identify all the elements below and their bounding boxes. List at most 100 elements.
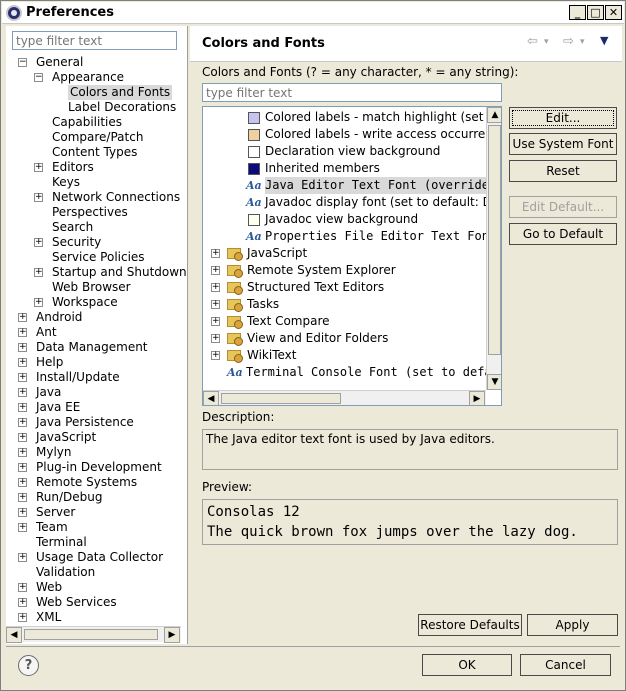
scroll-up-icon[interactable]: ▲ xyxy=(487,107,501,123)
tree-item[interactable]: Validation xyxy=(6,565,188,580)
expand-icon[interactable]: + xyxy=(34,298,43,307)
color-font-item[interactable]: + View and Editor Folders xyxy=(203,330,486,347)
reset-button[interactable]: Reset xyxy=(509,160,617,182)
back-arrow-icon[interactable]: ⇦ xyxy=(527,34,538,49)
vertical-scroll-thumb[interactable] xyxy=(488,125,501,355)
expand-icon[interactable]: + xyxy=(18,583,27,592)
tree-item[interactable]: Web Browser xyxy=(6,280,188,295)
edit-default-button[interactable]: Edit Default... xyxy=(509,196,617,218)
tree-item[interactable]: + Web Services xyxy=(6,595,188,610)
expand-icon[interactable]: + xyxy=(211,300,220,309)
expand-icon[interactable]: + xyxy=(18,358,27,367)
tree-item[interactable]: + Android xyxy=(6,310,188,325)
expand-icon[interactable]: + xyxy=(211,351,220,360)
tree-item[interactable]: + Data Management xyxy=(6,340,188,355)
back-dropdown-icon[interactable]: ▾ xyxy=(544,37,549,47)
restore-defaults-button[interactable]: Restore Defaults xyxy=(418,614,522,636)
tree-item[interactable]: + Install/Update xyxy=(6,370,188,385)
view-menu-icon[interactable]: ▼ xyxy=(600,34,608,47)
scroll-thumb[interactable] xyxy=(24,629,158,640)
cancel-button[interactable]: Cancel xyxy=(520,654,611,676)
forward-dropdown-icon[interactable]: ▾ xyxy=(580,37,585,47)
tree-item[interactable]: + Server xyxy=(6,505,188,520)
tree-item[interactable]: + Team xyxy=(6,520,188,535)
tree-item[interactable]: + Help xyxy=(6,355,188,370)
expand-icon[interactable]: + xyxy=(211,334,220,343)
scroll-left-icon[interactable]: ◀ xyxy=(6,627,22,643)
color-font-item[interactable]: Aa Terminal Console Font (set to defa xyxy=(203,364,492,381)
color-font-item[interactable]: Aa Java Editor Text Font (overrides xyxy=(203,177,497,194)
tree-item[interactable]: + Workspace xyxy=(6,295,188,310)
color-font-item[interactable]: Aa Properties File Editor Text Font xyxy=(203,228,496,245)
apply-button[interactable]: Apply xyxy=(527,614,618,636)
expand-icon[interactable]: + xyxy=(34,163,43,172)
tree-item[interactable]: Compare/Patch xyxy=(6,130,188,145)
tree-item[interactable]: Service Policies xyxy=(6,250,188,265)
expand-icon[interactable]: + xyxy=(211,283,220,292)
tree-item[interactable]: + Plug-in Development xyxy=(6,460,188,475)
expand-icon[interactable]: + xyxy=(18,598,27,607)
expand-icon[interactable]: + xyxy=(18,373,27,382)
color-font-item[interactable]: + JavaScript xyxy=(203,245,486,262)
collapse-icon[interactable]: − xyxy=(34,73,43,82)
scroll-right-icon[interactable]: ▶ xyxy=(164,627,180,643)
expand-icon[interactable]: + xyxy=(18,613,27,622)
edit-button[interactable]: Edit... xyxy=(509,107,617,129)
tree-item[interactable]: Content Types xyxy=(6,145,188,160)
scroll-left-icon[interactable]: ◀ xyxy=(203,391,219,405)
expand-icon[interactable]: + xyxy=(18,508,27,517)
tree-item[interactable]: Keys xyxy=(6,175,188,190)
tree-item[interactable]: + Java xyxy=(6,385,188,400)
tree-item[interactable]: + Security xyxy=(6,235,188,250)
tree-item[interactable]: − Appearance xyxy=(6,70,188,85)
expand-icon[interactable]: + xyxy=(18,493,27,502)
colors-fonts-vertical-scrollbar[interactable]: ▲ ▼ xyxy=(486,107,501,390)
tree-item[interactable]: + Usage Data Collector xyxy=(6,550,188,565)
tree-item[interactable]: Search xyxy=(6,220,188,235)
question-icon[interactable]: ? xyxy=(18,655,39,676)
expand-icon[interactable]: + xyxy=(18,523,27,532)
tree-item[interactable]: + Network Connections xyxy=(6,190,188,205)
tree-item[interactable]: + Remote Systems xyxy=(6,475,188,490)
expand-icon[interactable]: + xyxy=(18,403,27,412)
expand-icon[interactable]: + xyxy=(211,249,220,258)
tree-item[interactable]: Label Decorations xyxy=(6,100,188,115)
color-font-item[interactable]: + Remote System Explorer xyxy=(203,262,486,279)
tree-item[interactable]: + JavaScript xyxy=(6,430,188,445)
color-font-item[interactable]: Declaration view background xyxy=(203,143,486,160)
color-font-item[interactable]: Inherited members xyxy=(203,160,486,177)
tree-item[interactable]: Perspectives xyxy=(6,205,188,220)
tree-item[interactable]: Terminal xyxy=(6,535,188,550)
expand-icon[interactable]: + xyxy=(18,313,27,322)
expand-icon[interactable]: + xyxy=(18,478,27,487)
expand-icon[interactable]: + xyxy=(34,193,43,202)
go-to-default-button[interactable]: Go to Default xyxy=(509,223,617,245)
colors-fonts-horizontal-scrollbar[interactable]: ◀ ▶ xyxy=(203,390,486,405)
forward-arrow-icon[interactable]: ⇨ xyxy=(563,34,574,49)
color-font-item[interactable]: Aa Javadoc display font (set to default: … xyxy=(203,194,501,211)
expand-icon[interactable]: + xyxy=(18,388,27,397)
tree-item[interactable]: + Ant xyxy=(6,325,188,340)
expand-icon[interactable]: + xyxy=(18,553,27,562)
color-font-item[interactable]: + Structured Text Editors xyxy=(203,279,486,296)
scroll-right-icon[interactable]: ▶ xyxy=(469,391,485,405)
tree-item[interactable]: − General xyxy=(6,55,188,70)
color-font-item[interactable]: + Tasks xyxy=(203,296,486,313)
color-font-item[interactable]: + Text Compare xyxy=(203,313,486,330)
minimize-button[interactable]: _ xyxy=(569,5,586,20)
tree-item[interactable]: Capabilities xyxy=(6,115,188,130)
expand-icon[interactable]: + xyxy=(18,463,27,472)
scroll-down-icon[interactable]: ▼ xyxy=(487,374,501,390)
tree-item[interactable]: + Java EE xyxy=(6,400,188,415)
color-font-item[interactable]: + WikiText xyxy=(203,347,486,364)
colors-fonts-filter-input[interactable] xyxy=(202,83,502,102)
expand-icon[interactable]: + xyxy=(18,448,27,457)
use-system-font-button[interactable]: Use System Font xyxy=(509,133,617,155)
tree-item[interactable]: + XML xyxy=(6,610,188,624)
tree-filter-input[interactable] xyxy=(12,31,177,50)
tree-item[interactable]: + Editors xyxy=(6,160,188,175)
tree-horizontal-scrollbar[interactable]: ◀ ▶ xyxy=(6,626,181,643)
expand-icon[interactable]: + xyxy=(18,418,27,427)
expand-icon[interactable]: + xyxy=(211,266,220,275)
color-font-item[interactable]: Colored labels - match highlight (set to xyxy=(203,109,499,126)
